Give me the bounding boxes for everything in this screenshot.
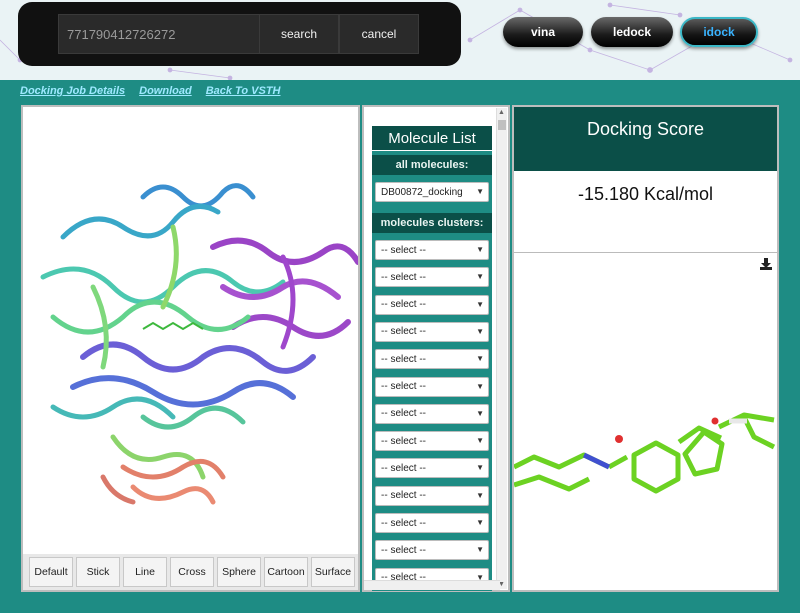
search-input[interactable]	[58, 14, 276, 54]
protein-viewer-panel: Default Stick Line Cross Sphere Cartoon …	[21, 105, 360, 592]
cluster-select-7[interactable]: -- select -- ▼	[375, 403, 489, 424]
cluster-select-4[interactable]: -- select -- ▼	[375, 321, 489, 342]
molecule-list-title: Molecule List	[372, 126, 492, 150]
horizontal-scrollbar[interactable]	[364, 580, 500, 590]
cluster-select-value: -- select --	[381, 408, 426, 420]
tool-ledock-button[interactable]: ledock	[591, 17, 673, 47]
style-cross-button[interactable]: Cross	[170, 557, 214, 587]
style-stick-button[interactable]: Stick	[76, 557, 120, 587]
all-molecules-select[interactable]: DB00872_docking ▼	[375, 182, 489, 202]
docking-job-details-link[interactable]: Docking Job Details	[20, 85, 125, 97]
selected-molecule: DB00872_docking	[381, 186, 463, 198]
search-button[interactable]: search	[259, 14, 339, 54]
chevron-down-icon: ▼	[476, 381, 484, 391]
search-bar: search cancel	[18, 2, 461, 66]
scroll-up-icon[interactable]: ▲	[498, 109, 505, 116]
cluster-select-value: -- select --	[381, 517, 426, 529]
cluster-select-value: -- select --	[381, 462, 426, 474]
cluster-select-10[interactable]: -- select -- ▼	[375, 485, 489, 506]
divider	[514, 252, 777, 253]
chevron-down-icon: ▼	[476, 187, 484, 196]
chevron-down-icon: ▼	[476, 463, 484, 473]
tool-idock-button[interactable]: idock	[680, 17, 758, 47]
back-to-vsth-link[interactable]: Back To VSTH	[206, 85, 281, 97]
style-sphere-button[interactable]: Sphere	[217, 557, 261, 587]
molecule-list-scrollbar[interactable]: ▲ ▼	[496, 108, 507, 589]
cluster-select-1[interactable]: -- select -- ▼	[375, 240, 489, 260]
molecule-list-box: all molecules: DB00872_docking ▼ molecul…	[372, 151, 492, 591]
molecule-clusters-label: molecules clusters:	[372, 213, 492, 233]
cluster-select-2[interactable]: -- select -- ▼	[375, 267, 489, 288]
cluster-select-12[interactable]: -- select -- ▼	[375, 540, 489, 561]
cluster-select-5[interactable]: -- select -- ▼	[375, 349, 489, 370]
chevron-down-icon: ▼	[476, 545, 484, 555]
molecule-list-panel: Molecule List all molecules: DB00872_doc…	[362, 105, 510, 592]
chevron-down-icon: ▼	[476, 354, 484, 364]
ligand-3d-viewer[interactable]	[514, 267, 777, 590]
protein-3d-viewer[interactable]	[23, 107, 358, 555]
chevron-down-icon: ▼	[476, 326, 484, 336]
chevron-down-icon: ▼	[476, 272, 484, 282]
cluster-select-value: -- select --	[381, 326, 426, 338]
cluster-select-3[interactable]: -- select -- ▼	[375, 294, 489, 315]
cluster-select-9[interactable]: -- select -- ▼	[375, 458, 489, 479]
style-surface-button[interactable]: Surface	[311, 557, 355, 587]
cluster-select-value: -- select --	[381, 381, 426, 392]
cluster-select-6[interactable]: -- select -- ▼	[375, 376, 489, 397]
scrollbar-thumb[interactable]	[498, 120, 506, 130]
chevron-down-icon: ▼	[476, 245, 484, 254]
docking-score-value: -15.180 Kcal/mol	[577, 184, 714, 204]
header: search cancel vina ledock idock	[0, 0, 800, 80]
chevron-down-icon: ▼	[476, 299, 484, 309]
cluster-select-11[interactable]: -- select -- ▼	[375, 513, 489, 533]
chevron-down-icon: ▼	[476, 518, 484, 527]
docking-score-title: Docking Score	[514, 107, 777, 171]
cluster-select-8[interactable]: -- select -- ▼	[375, 431, 489, 452]
style-default-button[interactable]: Default	[29, 557, 73, 587]
download-link[interactable]: Download	[139, 85, 192, 97]
view-style-toolbar: Default Stick Line Cross Sphere Cartoon …	[23, 554, 358, 590]
style-cartoon-button[interactable]: Cartoon	[264, 557, 308, 587]
tool-vina-button[interactable]: vina	[503, 17, 583, 47]
chevron-down-icon: ▼	[476, 490, 484, 500]
all-molecules-label: all molecules:	[372, 155, 492, 175]
cluster-select-value: -- select --	[381, 490, 426, 502]
chevron-down-icon: ▼	[476, 408, 484, 418]
docking-score-panel: Docking Score -15.180 Kcal/mol	[512, 105, 779, 592]
cluster-select-value: -- select --	[381, 353, 426, 365]
cluster-select-value: -- select --	[381, 299, 426, 311]
cancel-button[interactable]: cancel	[339, 14, 419, 54]
style-line-button[interactable]: Line	[123, 557, 167, 587]
cluster-select-value: -- select --	[381, 271, 426, 283]
nav-links: Docking Job Details Download Back To VST…	[20, 85, 280, 97]
chevron-down-icon: ▼	[476, 436, 484, 446]
cluster-select-value: -- select --	[381, 244, 426, 256]
cluster-select-value: -- select --	[381, 435, 426, 447]
cluster-select-value: -- select --	[381, 544, 426, 556]
